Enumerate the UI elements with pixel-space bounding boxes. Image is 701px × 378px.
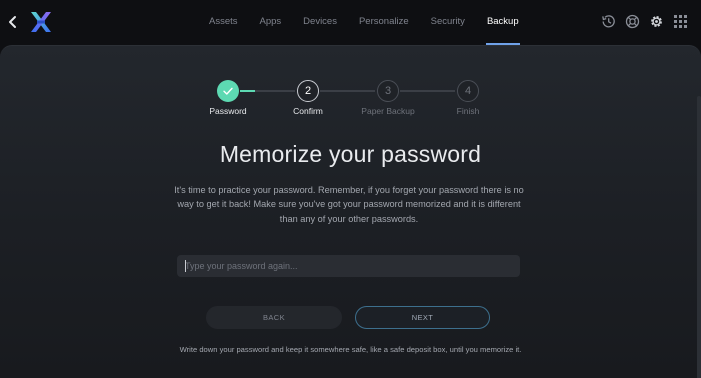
step-2-circle: 2: [297, 80, 319, 102]
step-2-label: Confirm: [293, 106, 323, 116]
password-confirm-input[interactable]: [177, 255, 520, 277]
back-chevron-icon[interactable]: [6, 12, 20, 32]
app-window: Assets Apps Devices Personalize Security…: [0, 0, 701, 378]
settings-icon[interactable]: [648, 13, 665, 30]
history-icon[interactable]: [600, 13, 617, 30]
exodus-logo-icon: [31, 12, 51, 32]
tab-devices[interactable]: Devices: [292, 0, 348, 45]
step-4-label: Finish: [456, 106, 480, 116]
text-caret: [185, 260, 186, 272]
back-button[interactable]: BACK: [206, 306, 342, 329]
scrollbar[interactable]: [697, 96, 701, 378]
step-3-label: Paper Backup: [361, 106, 415, 116]
backup-panel: 2 3 4 Password Confirm Paper Backup Fini…: [0, 45, 701, 378]
tab-assets[interactable]: Assets: [198, 0, 249, 45]
page-title: Memorize your password: [219, 141, 482, 167]
step-connector-2: [320, 90, 375, 92]
step-1-circle: [217, 80, 239, 102]
safety-tip-text: Write down your password and keep it som…: [179, 345, 522, 354]
tab-security[interactable]: Security: [420, 0, 476, 45]
support-icon[interactable]: [624, 13, 641, 30]
top-navigation-bar: Assets Apps Devices Personalize Security…: [0, 0, 701, 45]
step-3-circle: 3: [377, 80, 399, 102]
step-connector-3: [400, 90, 455, 92]
tab-apps[interactable]: Apps: [249, 0, 293, 45]
tab-backup[interactable]: Backup: [476, 0, 530, 45]
tab-personalize[interactable]: Personalize: [348, 0, 420, 45]
step-1-label: Password: [209, 106, 247, 116]
step-connector-1: [240, 90, 295, 92]
step-4-circle: 4: [457, 80, 479, 102]
next-button[interactable]: NEXT: [355, 306, 490, 329]
step-connector-progress: [240, 90, 255, 92]
instructions-text: It's time to practice your password. Rem…: [174, 185, 524, 224]
apps-grid-icon[interactable]: [672, 13, 689, 30]
top-right-icons: [600, 13, 689, 30]
main-nav-tabs: Assets Apps Devices Personalize Security…: [198, 0, 530, 45]
checkmark-icon: [223, 87, 233, 95]
progress-stepper: 2 3 4 Password Confirm Paper Backup Fini…: [0, 80, 701, 120]
